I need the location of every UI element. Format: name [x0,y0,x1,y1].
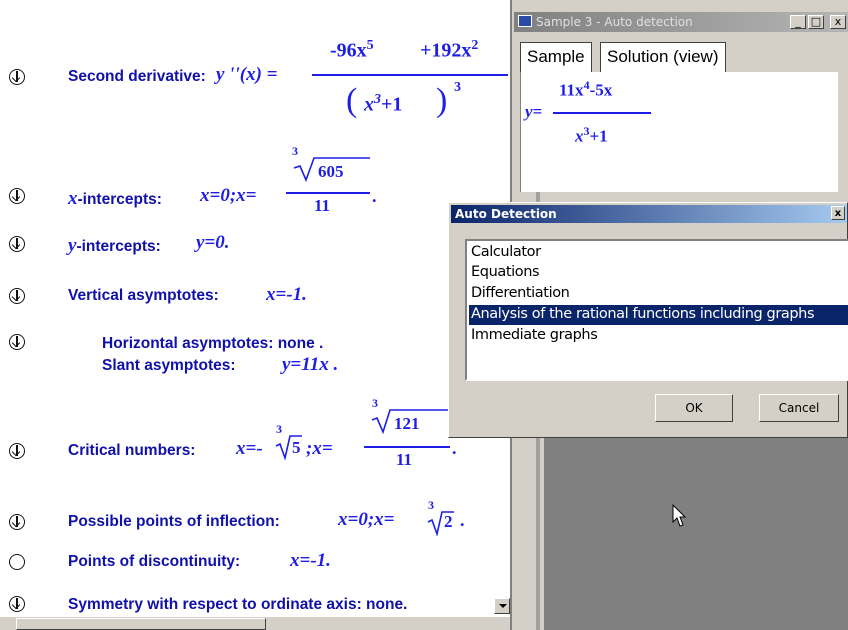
vertical-asymptotes-label: Vertical asymptotes: [68,287,219,304]
row-y-intercepts: y-intercepts: y=0. [0,232,510,258]
row-inflection: Possible points of inflection: x=0;x= 3 … [0,498,510,538]
x-intercepts-expr: x=0;x= [200,185,257,206]
discontinuity-label: Points of discontinuity: [68,553,241,570]
dialog-title: Auto Detection [455,207,557,221]
row-x-intercepts: x-intercepts: x=0;x= 3 605 11 . [0,142,510,215]
fraction-bar [553,112,651,114]
scroll-down-button[interactable] [494,598,510,614]
sample-window-titlebar[interactable]: Sample 3 - Auto detection _ □ x [514,12,848,32]
critical-numbers-label: Critical numbers: [68,442,196,459]
collapse-toggle-icon[interactable] [9,596,25,612]
period: . [460,510,465,530]
cancel-button[interactable]: Cancel [759,394,839,422]
collapse-toggle-icon[interactable] [9,236,25,252]
scrollbar-thumb[interactable] [16,618,266,630]
detection-list[interactable]: Calculator Equations Differentiation Ana… [465,239,848,381]
denominator: 11 [314,196,331,215]
close-paren: ) [436,82,448,119]
list-item-immediate-graphs[interactable]: Immediate graphs [469,326,599,346]
outer-exponent: 3 [454,80,461,95]
row-vertical-asymptotes: Vertical asymptotes: x=-1. [0,284,510,310]
horizontal-scrollbar[interactable] [0,616,510,630]
slant-asymptotes-label: Slant asymptotes: [102,357,236,374]
collapse-toggle-icon[interactable] [9,334,25,350]
sample-content: y= 11x4-5x x3+1 [520,72,838,192]
collapse-toggle-icon[interactable] [9,514,25,530]
list-item-equations[interactable]: Equations [469,263,541,283]
empty-circle-icon[interactable] [9,554,25,570]
x-intercepts-label: x-intercepts: [68,188,162,209]
second-derivative-label: Second derivative: [68,68,206,85]
list-item-calculator[interactable]: Calculator [469,243,543,263]
dialog-titlebar[interactable]: Auto Detection x [451,205,847,223]
radicand: 5 [292,438,301,457]
radicand: 121 [394,414,420,433]
fraction-bar [286,192,370,194]
fraction-bar [312,74,508,76]
period: . [452,438,457,458]
list-item-differentiation[interactable]: Differentiation [469,284,571,304]
critical-expr-a: x=- [236,438,263,459]
inflection-expr: x=0;x= [338,509,395,530]
radicand: 605 [318,162,344,181]
numerator-term-a: -96x5 [330,38,374,62]
close-button[interactable]: x [830,15,846,29]
denominator: 11 [396,450,413,469]
mouse-cursor-icon [672,504,687,527]
math-document: Second derivative: y ''(x) = -96x5 +192x… [0,0,512,630]
inflection-label: Possible points of inflection: [68,513,280,530]
critical-expr-b: ;x= [306,438,333,459]
row-asymptotes: Horizontal asymptotes: none . Slant asym… [0,330,510,380]
second-derivative-lhs: y ''(x) = [216,64,278,85]
fraction-bar [364,446,450,448]
collapse-toggle-icon[interactable] [9,188,25,204]
radicand: 2 [444,512,453,531]
denominator-base: x3+1 [364,92,403,116]
minimize-button[interactable]: _ [790,15,806,29]
row-discontinuity: Points of discontinuity: x=-1. [0,550,510,576]
dialog-close-button[interactable]: x [831,206,845,220]
y-intercepts-label: y-intercepts: [68,235,161,256]
open-paren: ( [346,82,358,119]
tab-sample[interactable]: Sample [520,42,592,72]
list-item-rational-analysis[interactable]: Analysis of the rational functions inclu… [469,305,848,325]
ok-button[interactable]: OK [655,394,733,422]
period: . [372,186,377,206]
numerator-term-b: +192x2 [420,38,479,62]
function-lhs: y= [525,102,543,121]
vertical-asymptotes-expr: x=-1. [266,284,307,305]
window-icon [518,15,532,27]
function-numerator: 11x4-5x [559,78,613,100]
row-second-derivative: Second derivative: y ''(x) = -96x5 +192x… [0,20,510,130]
auto-detection-dialog: Auto Detection x Calculator Equations Di… [448,202,848,438]
row-critical-numbers: Critical numbers: x=- 3 5 ;x= 3 121 11 . [0,394,510,474]
tab-solution-view[interactable]: Solution (view) [600,42,726,72]
horizontal-asymptotes-label: Horizontal asymptotes: none . [102,335,324,352]
symmetry-label: Symmetry with respect to ordinate axis: … [68,596,408,613]
slant-asymptotes-expr: y=11x . [282,354,339,375]
discontinuity-expr: x=-1. [290,550,331,571]
maximize-button[interactable]: □ [808,15,824,29]
collapse-toggle-icon[interactable] [9,443,25,459]
y-intercepts-expr: y=0. [196,232,230,253]
sample-window-title: Sample 3 - Auto detection [536,15,693,29]
collapse-toggle-icon[interactable] [9,69,25,85]
function-denominator: x3+1 [575,124,608,146]
collapse-toggle-icon[interactable] [9,288,25,304]
